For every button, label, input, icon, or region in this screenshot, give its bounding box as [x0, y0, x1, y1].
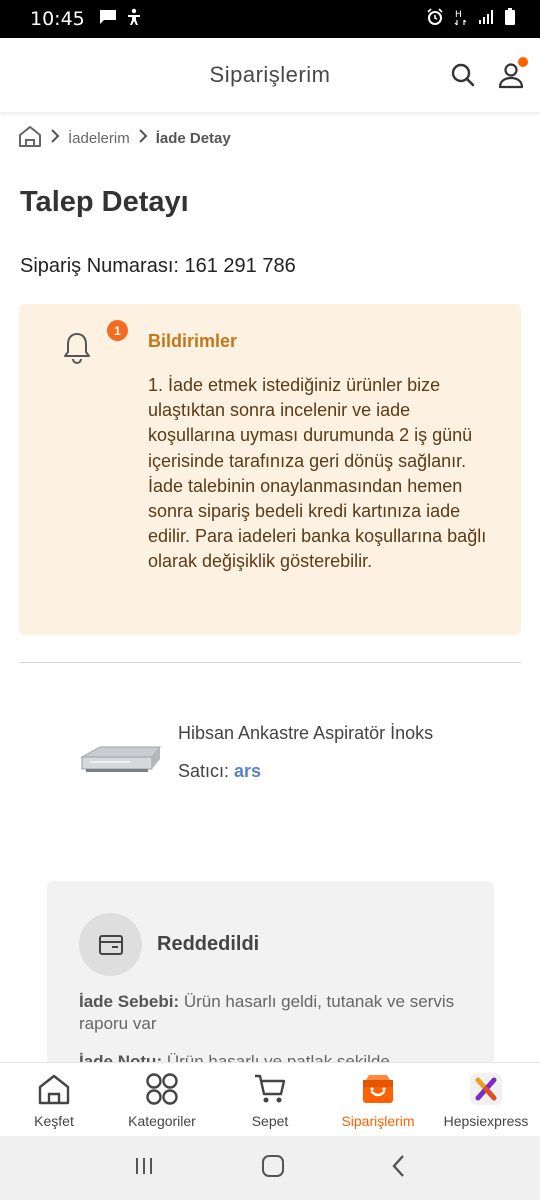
battery-icon: [504, 8, 516, 30]
return-reason: İade Sebebi: Ürün hasarlı geldi, tutanak…: [79, 991, 469, 1035]
return-note: İade Notu: Ürün hasarlı ve patlak şekild…: [79, 1051, 469, 1062]
recent-apps-icon[interactable]: [133, 1155, 155, 1182]
breadcrumb-returns[interactable]: İadelerim: [68, 130, 130, 147]
order-number: Sipariş Numarası: 161 291 786: [20, 255, 296, 277]
home-icon: [19, 126, 41, 147]
page-title: Talep Detayı: [20, 186, 189, 218]
bell-icon: [64, 333, 90, 364]
seller-label: Satıcı:: [178, 761, 235, 781]
return-note-text: Ürün hasarlı ve patlak şekilde: [162, 1052, 390, 1062]
box-icon: [98, 934, 123, 955]
svg-text:H: H: [455, 10, 462, 20]
hepsiexpress-icon: [468, 1071, 504, 1107]
back-icon[interactable]: [391, 1154, 407, 1183]
nav-item-kesfet[interactable]: Keşfet: [0, 1063, 108, 1136]
breadcrumb-current: İade Detay: [155, 129, 231, 147]
nav-item-kategoriler[interactable]: Kategoriler: [108, 1063, 216, 1136]
chevron-right-icon: [138, 128, 148, 148]
product-name[interactable]: Hibsan Ankastre Aspiratör İnoks: [178, 723, 433, 744]
product-image[interactable]: [78, 743, 164, 783]
message-icon: [99, 9, 117, 29]
return-status-card: Reddedildi İade Sebebi: Ürün hasarlı gel…: [47, 881, 494, 1062]
nav-label: Siparişlerim: [341, 1113, 415, 1129]
nav-item-hepsiexpress[interactable]: Hepsiexpress: [432, 1063, 540, 1136]
home-icon: [36, 1071, 72, 1107]
user-account-button[interactable]: [496, 57, 528, 90]
notification-count-badge: 1: [107, 320, 128, 341]
nav-label: Sepet: [251, 1113, 289, 1129]
search-button[interactable]: [448, 60, 478, 90]
nav-item-sepet[interactable]: Sepet: [216, 1063, 324, 1136]
notification-title: Bildirimler: [148, 331, 238, 351]
notification-dot: [518, 57, 528, 67]
status-bar: 10:45 H: [0, 0, 540, 38]
status-icon-circle: [79, 913, 142, 976]
cart-icon: [252, 1071, 288, 1107]
network-h-icon: H: [454, 8, 468, 30]
app-header: Siparişlerim: [0, 38, 540, 112]
system-navigation-bar: [0, 1136, 540, 1200]
return-status-label: Reddedildi: [157, 933, 260, 955]
status-time: 10:45: [30, 8, 85, 30]
accessibility-icon: [125, 8, 143, 30]
bottom-navigation: Keşfet Kategoriler Sepet Siparişlerim He…: [0, 1062, 540, 1136]
seller-link[interactable]: ars: [234, 761, 261, 781]
notification-text: 1. İade etmek istediğiniz ürünler bize u…: [148, 375, 487, 572]
nav-label: Keşfet: [34, 1113, 74, 1129]
nav-item-siparislerim[interactable]: Siparişlerim: [324, 1063, 432, 1136]
main-content: İadelerim İade Detay Talep Detayı Sipari…: [0, 112, 540, 1062]
product-item[interactable]: Hibsan Ankastre Aspiratör İnoks Satıcı: …: [0, 663, 540, 863]
breadcrumb: İadelerim İade Detay: [0, 112, 540, 154]
notification-box: 1 Bildirimler 1. İade etmek istediğiniz …: [19, 304, 521, 635]
chevron-right-icon: [50, 128, 60, 148]
categories-icon: [144, 1071, 180, 1107]
breadcrumb-home[interactable]: [18, 125, 42, 151]
return-note-label: İade Notu:: [79, 1052, 163, 1062]
nav-label: Kategoriler: [128, 1113, 196, 1129]
orders-icon: [360, 1071, 396, 1107]
header-title: Siparişlerim: [209, 62, 331, 87]
product-seller: Satıcı: ars: [178, 761, 261, 782]
home-button-icon[interactable]: [261, 1154, 285, 1183]
nav-label: Hepsiexpress: [443, 1113, 529, 1129]
alarm-icon: [426, 8, 444, 30]
return-reason-label: İade Sebebi:: [79, 992, 180, 1011]
search-icon: [451, 63, 475, 87]
signal-icon: [478, 9, 494, 29]
